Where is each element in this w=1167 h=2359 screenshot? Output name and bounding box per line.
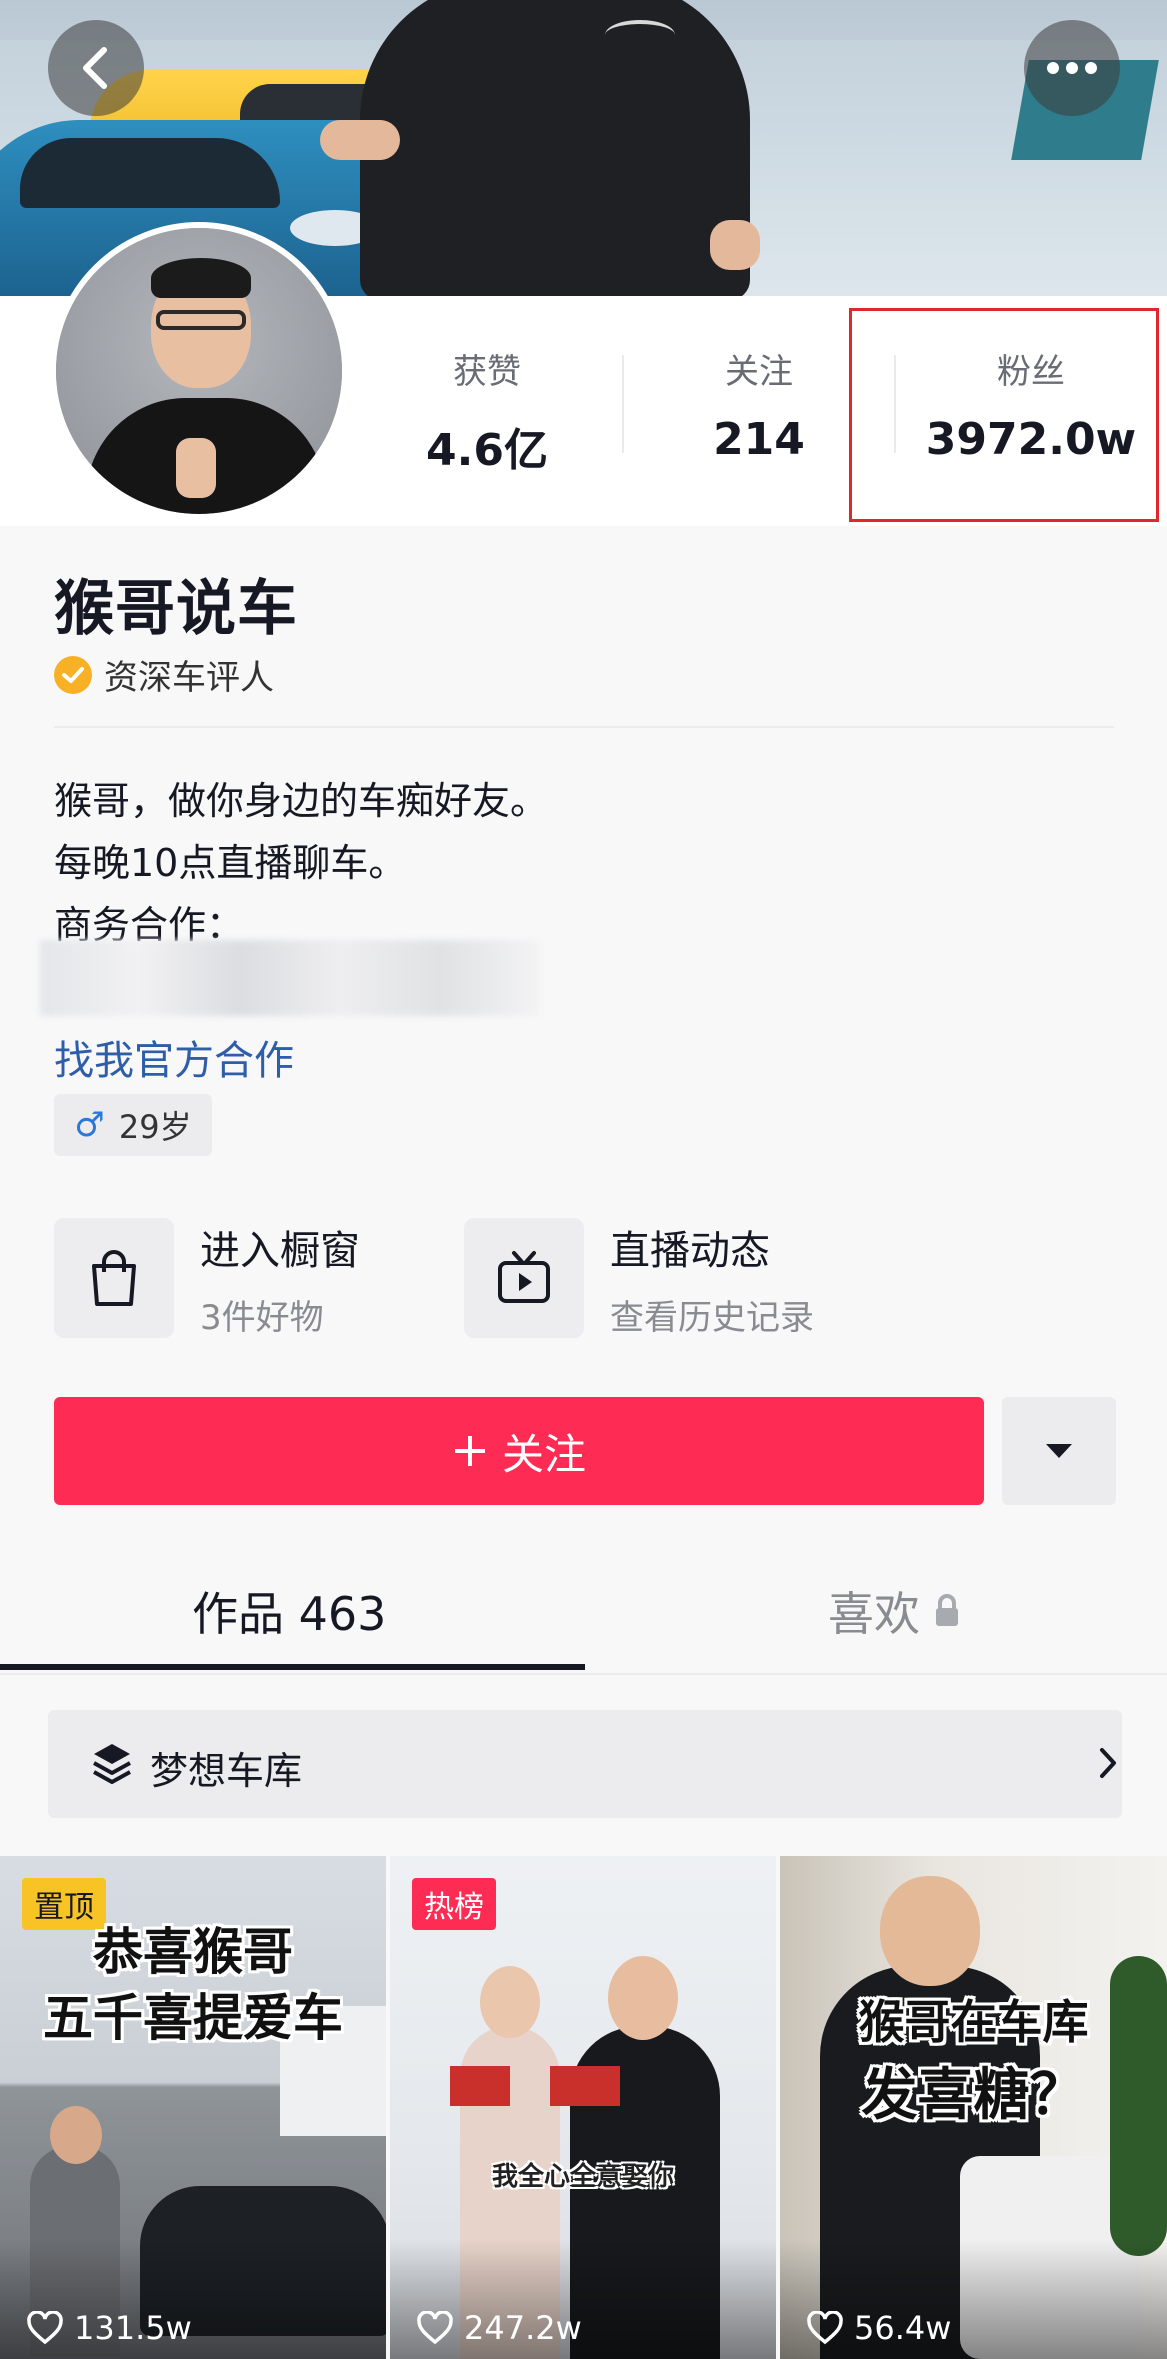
stat-likes[interactable]: 获赞 4.6亿 [352,296,622,526]
video-thumbnail[interactable]: 热榜 我全心全意娶你 247.2w [390,1856,776,2359]
video-thumbnail[interactable]: 猴哥在车库 发喜糖？ 56.4w [780,1856,1167,2359]
like-count-text: 131.5w [74,2309,192,2347]
heart-icon [807,2311,843,2345]
tab-likes-label: 喜欢 [828,1587,920,1641]
verification-text: 资深车评人 [104,658,274,698]
age-tag: ♂ 29岁 [54,1094,212,1156]
avatar[interactable] [50,222,348,520]
redacted-contact [40,940,540,1016]
video-like-count: 247.2w [416,2309,582,2347]
follow-button[interactable]: 关注 [54,1397,984,1505]
chevron-right-icon [1100,1748,1116,1778]
bio-line: 猴哥，做你身边的车痴好友。 [54,779,549,823]
heart-icon [417,2311,453,2345]
video-caption: 猴哥在车库 [858,1995,1089,2049]
verification-badge: 资深车评人 [54,650,274,699]
chevron-left-icon [83,47,107,89]
heart-icon [27,2311,63,2345]
live-history-entry[interactable]: 直播动态 查看历史记录 [464,1218,814,1338]
lock-icon [936,1594,958,1626]
caret-down-icon [1046,1444,1072,1458]
bio-line: 每晚10点直播聊车。 [54,841,407,885]
male-icon: ♂ [74,1105,105,1145]
follow-button-label: 关注 [501,1429,586,1479]
active-tab-indicator [0,1664,585,1670]
live-history-subtitle: 查看历史记录 [610,1297,814,1338]
profile-bio: 猴哥，做你身边的车痴好友。 每晚10点直播聊车。 商务合作： [54,770,548,956]
profile-name: 猴哥说车 [54,574,298,644]
video-like-count: 131.5w [26,2309,192,2347]
stat-likes-value: 4.6亿 [426,425,548,476]
shop-window-title: 进入橱窗 [200,1227,360,1274]
like-count-text: 247.2w [464,2309,582,2347]
plus-icon [454,1436,485,1466]
trending-tag: 热榜 [412,1878,496,1930]
live-tv-icon [498,1251,550,1303]
live-history-title: 直播动态 [610,1227,770,1274]
shop-window-subtitle: 3件好物 [200,1297,324,1338]
video-caption: 发喜糖？ [861,2063,1086,2128]
shopping-bag-icon [92,1250,136,1306]
stat-likes-label: 获赞 [453,352,521,392]
video-caption: 恭喜猴哥 [93,1923,293,1981]
layers-icon [93,1744,131,1784]
video-caption: 我全心全意娶你 [491,2162,674,2192]
recommend-dropdown-button[interactable] [1002,1397,1116,1505]
like-count-text: 56.4w [854,2309,952,2347]
video-like-count: 56.4w [806,2309,951,2347]
video-thumbnail[interactable]: 置顶 恭喜猴哥 五千喜提爱车 131.5w [0,1856,386,2359]
back-button[interactable] [48,20,144,116]
tab-divider [0,1673,1167,1675]
age-text: 29岁 [118,1108,192,1146]
profile-divider [54,726,1114,728]
followers-highlight-box [849,308,1159,522]
shop-window-entry[interactable]: 进入橱窗 3件好物 [54,1218,360,1338]
official-cooperation-link[interactable]: 找我官方合作 [54,1028,294,1086]
collection-label: 梦想车库 [150,1749,303,1793]
verified-check-icon [54,655,92,694]
collection-dream-garage[interactable]: 梦想车库 [48,1710,1122,1818]
cover-person [320,0,760,296]
tab-works[interactable]: 作品 463 [192,1578,386,1644]
tab-likes[interactable]: 喜欢 [828,1578,960,1644]
video-caption: 五千喜提爱车 [43,1989,343,2047]
more-horizontal-icon [1047,62,1097,74]
more-options-button[interactable] [1024,20,1120,116]
